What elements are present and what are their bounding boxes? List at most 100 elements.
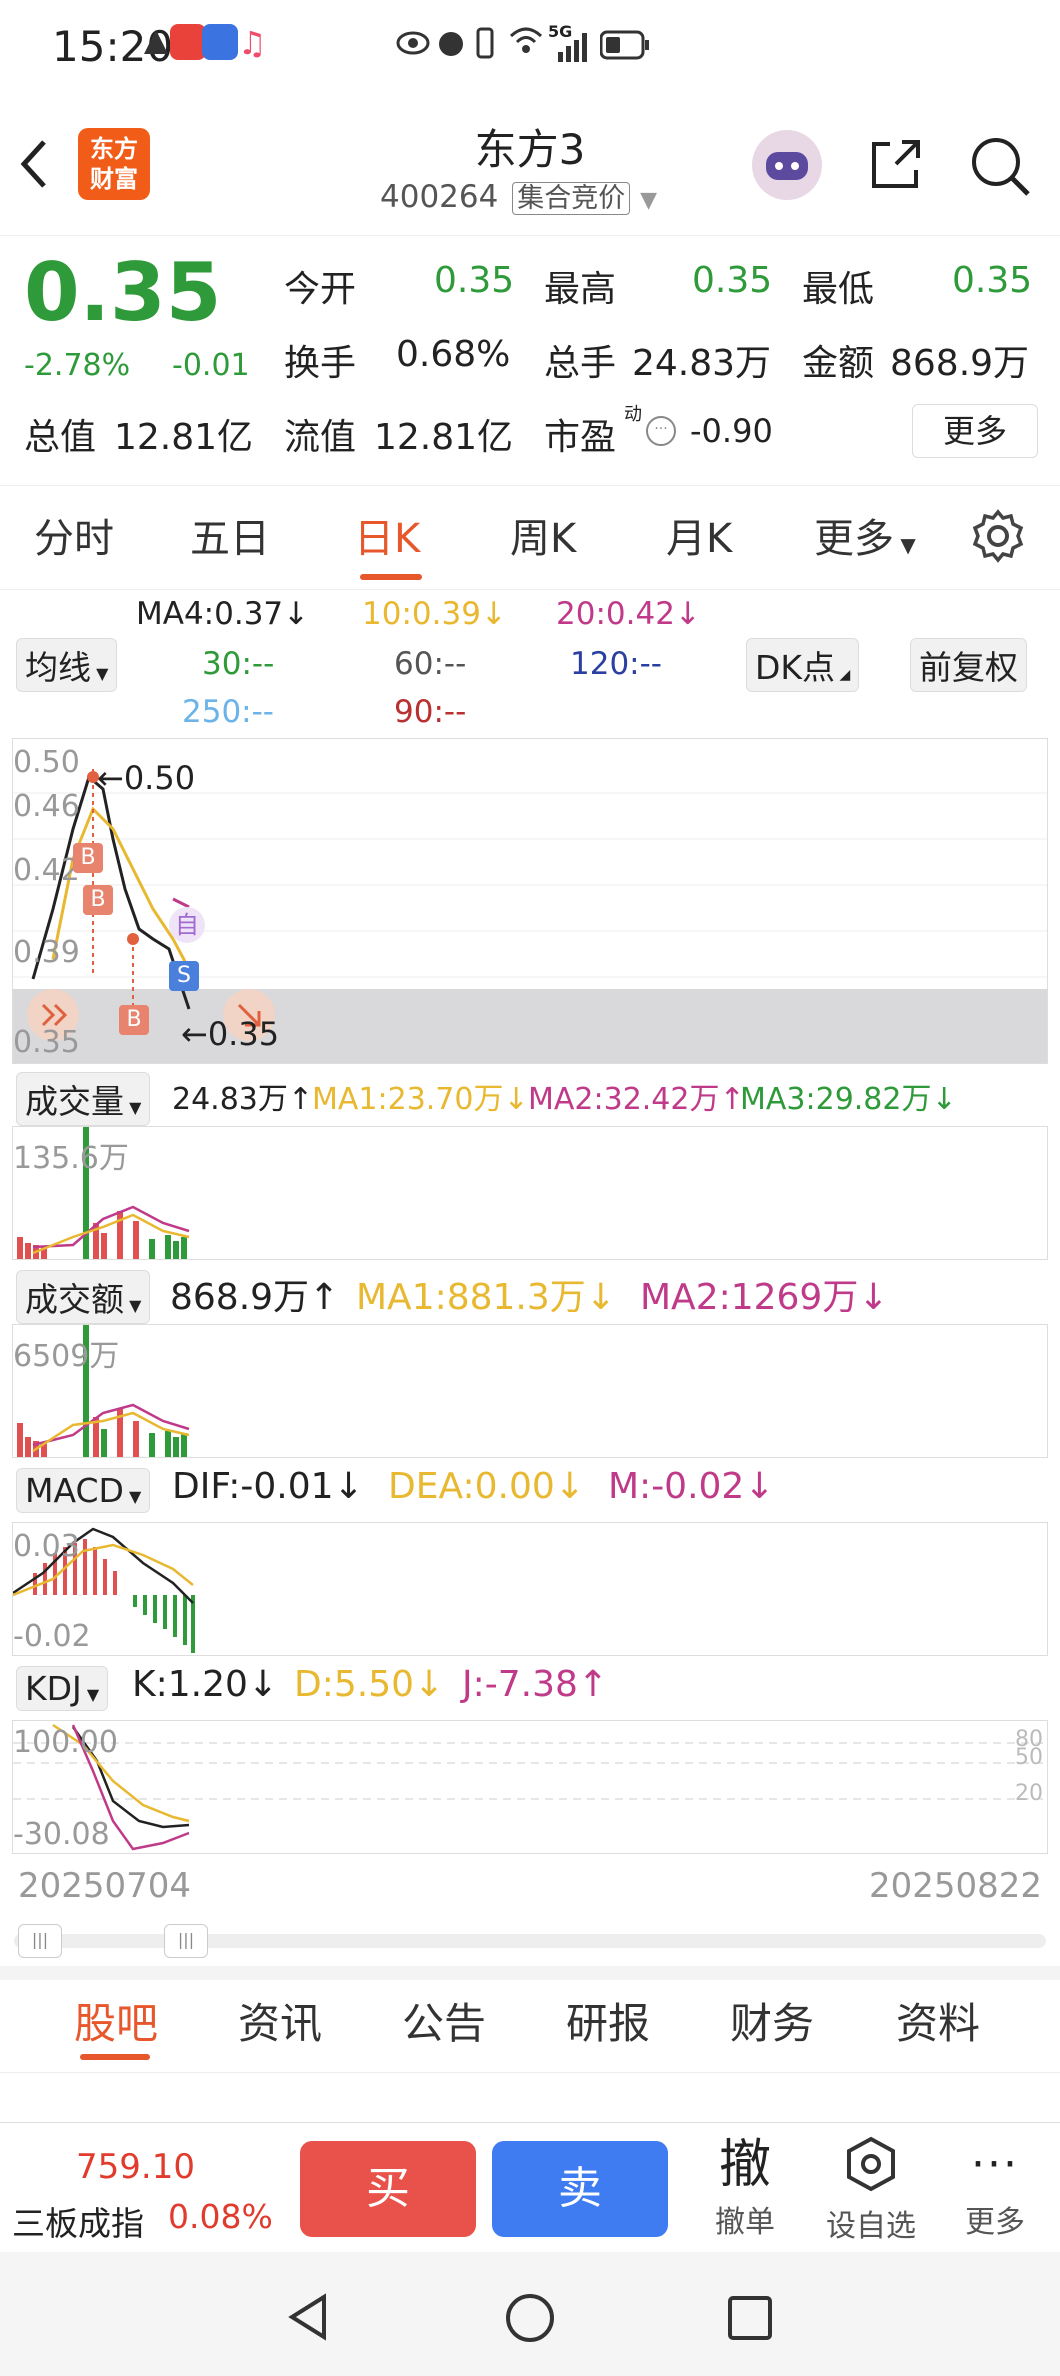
share-icon[interactable] — [866, 134, 926, 194]
change-value: -0.01 — [172, 348, 250, 383]
buy-marker[interactable]: B — [83, 885, 113, 915]
pe-value: -0.90 — [690, 412, 773, 450]
tab-five-day[interactable]: 五日 — [190, 506, 270, 564]
amount-svg — [17, 1325, 190, 1457]
search-icon[interactable] — [968, 134, 1032, 198]
kdj-axis-bottom: -30.08 — [13, 1817, 110, 1852]
stock-header: 东方 财富 东方3 400264 集合竞价 ▼ — [0, 110, 1060, 230]
netease-app-icon — [170, 24, 206, 60]
buy-marker[interactable]: B — [73, 843, 103, 873]
caret-down-icon: ▼ — [894, 533, 916, 557]
turnover-value: 0.68% — [396, 334, 511, 375]
cancel-order-button[interactable]: 撤 撤单 — [700, 2133, 790, 2241]
tab-announcements[interactable]: 公告 — [402, 1990, 486, 2051]
sell-button[interactable]: 卖 — [492, 2141, 668, 2237]
stock-code: 400264 — [380, 179, 499, 215]
pe-info-icon[interactable]: ··· — [646, 416, 676, 446]
caret-down-icon: ▼ — [123, 1487, 142, 1506]
ma30-label: 30:-- — [202, 646, 275, 682]
macd-select[interactable]: MACD ▼ — [16, 1468, 151, 1513]
kdj-svg — [13, 1723, 1047, 1851]
low-label: 最低 — [802, 269, 875, 310]
amount-chart[interactable]: 6509万 — [12, 1324, 1048, 1458]
range-scroller[interactable]: ||| ||| — [14, 1924, 1046, 1958]
more-actions-button[interactable]: ··· 更多 — [950, 2133, 1040, 2241]
corner-caret-icon: ◢ — [835, 667, 851, 683]
tab-more[interactable]: 更多 ▼ — [814, 506, 916, 564]
macd-svg — [13, 1527, 195, 1653]
volume-ma1: MA1:23.70万↓ — [312, 1082, 529, 1117]
volume-select[interactable]: 成交量 ▼ — [16, 1072, 151, 1126]
ma4-label: MA4:0.37↓ — [136, 596, 310, 632]
y-label-4: 0.39 — [13, 935, 80, 970]
buy-button[interactable]: 买 — [300, 2141, 476, 2237]
kdj-select[interactable]: KDJ ▼ — [16, 1666, 109, 1711]
amount-ma2: MA2:1269万↓ — [640, 1277, 889, 1318]
more-quote-button[interactable]: 更多 — [912, 404, 1038, 458]
dk-point-select[interactable]: DK点 ◢ — [746, 638, 860, 692]
kdj-j: J:-7.38↑ — [462, 1664, 609, 1705]
adjust-select[interactable]: 前复权 — [910, 638, 1027, 692]
music-icon: ♫ — [238, 24, 267, 62]
kdj-k: K:1.20↓ — [132, 1664, 279, 1705]
kdj-d: D:5.50↓ — [294, 1664, 445, 1705]
tab-daily-k[interactable]: 日K — [354, 506, 420, 564]
content-tab-indicator — [80, 2054, 150, 2060]
self-select-marker[interactable]: 自 — [169, 907, 205, 943]
kline-chart[interactable]: 0.50 0.46 0.42 0.39 0.35 ←0.50 ←0.35 B B… — [12, 738, 1048, 1064]
kdj-select-label: KDJ — [25, 1669, 82, 1708]
index-pct: 0.08% — [168, 2197, 273, 2236]
volume-svg — [17, 1127, 190, 1259]
ma60-label: 60:-- — [394, 646, 467, 682]
signal-icon — [556, 26, 592, 62]
y-label-1: 0.50 — [13, 745, 80, 780]
caret-down-icon: ▼ — [124, 1296, 142, 1315]
tab-intraday[interactable]: 分时 — [34, 506, 114, 564]
y-label-5: 0.35 — [13, 1025, 80, 1060]
volume-chart[interactable]: 135.6万 — [12, 1126, 1048, 1260]
date-end: 20250822 — [868, 1866, 1042, 1906]
amount-value: 868.9万 — [890, 343, 1030, 384]
macd-axis-bottom: -0.02 — [13, 1619, 91, 1654]
mktcap-value: 12.81亿 — [114, 417, 254, 458]
amount-select-label: 成交额 — [25, 1280, 124, 1319]
kdj-chart[interactable]: 100.00 -30.08 80 50 20 — [12, 1720, 1048, 1854]
assistant-avatar[interactable] — [752, 130, 822, 200]
macd-dea: DEA:0.00↓ — [388, 1466, 585, 1507]
tab-monthly-k[interactable]: 月K — [666, 506, 732, 564]
nav-recents-icon[interactable] — [726, 2294, 774, 2342]
tab-more-label: 更多 — [814, 516, 894, 562]
tab-weekly-k[interactable]: 周K — [510, 506, 576, 564]
range-handle-right[interactable]: ||| — [164, 1924, 208, 1958]
macd-chart[interactable]: 0.03 -0.02 — [12, 1522, 1048, 1656]
tab-news[interactable]: 资讯 — [238, 1990, 322, 2051]
ma20-label: 20:0.42↓ — [556, 596, 701, 632]
watchlist-hex-icon — [841, 2133, 901, 2197]
caret-down-icon: ▼ — [124, 1098, 142, 1117]
sell-marker[interactable]: S — [169, 961, 199, 991]
float-value: 12.81亿 — [374, 417, 514, 458]
high-label: 最高 — [544, 269, 617, 310]
tab-finance[interactable]: 财务 — [730, 1990, 814, 2051]
turnover-label: 换手 — [284, 343, 357, 384]
amount-ma1: MA1:881.3万↓ — [356, 1277, 616, 1318]
range-handle-left[interactable]: ||| — [18, 1924, 62, 1958]
y-label-2: 0.46 — [13, 789, 80, 824]
action-bar: 759.10 三板成指 0.08% 买 卖 撤 撤单 设自选 ··· 更多 — [0, 2122, 1060, 2252]
volume-value-label: 24.83万↑ — [172, 1082, 314, 1117]
settings-gear-icon[interactable] — [970, 508, 1026, 564]
add-watchlist-button[interactable]: 设自选 — [816, 2133, 926, 2245]
tab-research[interactable]: 研报 — [566, 1990, 650, 2051]
kdj-axis-top: 100.00 — [13, 1725, 118, 1760]
macd-axis-top: 0.03 — [13, 1529, 80, 1564]
nav-home-icon[interactable] — [504, 2292, 556, 2344]
nav-back-icon[interactable] — [284, 2292, 334, 2342]
tab-guba[interactable]: 股吧 — [74, 1990, 158, 2051]
caret-down-icon: ▼ — [91, 664, 109, 683]
buy-marker[interactable]: B — [119, 1005, 149, 1035]
ma-select[interactable]: 均线 ▼ — [16, 638, 118, 692]
tab-profile[interactable]: 资料 — [896, 1990, 980, 2051]
amount-select[interactable]: 成交额 ▼ — [16, 1270, 151, 1324]
volume-select-label: 成交量 — [25, 1082, 124, 1121]
stock-code-row[interactable]: 400264 集合竞价 ▼ — [380, 176, 657, 215]
